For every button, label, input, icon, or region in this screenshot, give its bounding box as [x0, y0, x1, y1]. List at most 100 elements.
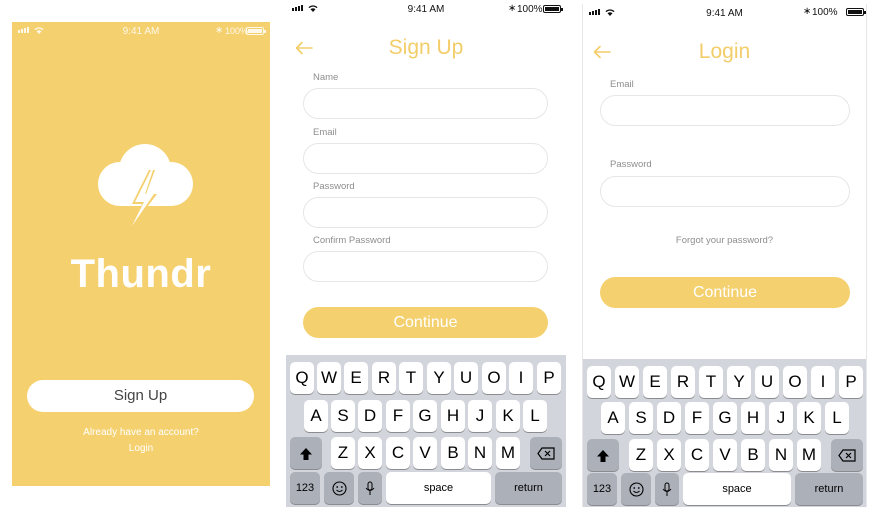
backspace-icon	[838, 449, 856, 462]
key[interactable]: H	[441, 400, 465, 432]
key[interactable]: S	[629, 402, 653, 434]
return-key[interactable]: return	[795, 473, 863, 505]
key[interactable]: G	[713, 402, 737, 434]
key[interactable]: H	[741, 402, 765, 434]
app-name: Thundr	[70, 252, 212, 296]
key[interactable]: T	[399, 362, 423, 394]
numbers-key[interactable]: 123	[290, 472, 320, 504]
key[interactable]: J	[769, 402, 793, 434]
email-label: Email	[313, 127, 337, 138]
key[interactable]: Z	[629, 439, 653, 471]
status-bar: 9:41 AM ∗ 100%	[12, 22, 270, 40]
key[interactable]: I	[509, 362, 533, 394]
continue-button[interactable]: Continue	[600, 277, 850, 308]
key[interactable]: R	[671, 366, 695, 398]
name-field[interactable]	[303, 88, 548, 119]
key[interactable]: V	[413, 437, 437, 469]
key[interactable]: F	[685, 402, 709, 434]
signup-screen: 9:41 AM ∗ 100% Sign Up Name Email Passwo…	[286, 0, 566, 507]
email-field[interactable]	[303, 143, 548, 174]
key[interactable]: E	[643, 366, 667, 398]
shift-key[interactable]	[587, 439, 619, 471]
key[interactable]: M	[496, 437, 520, 469]
microphone-key[interactable]	[655, 473, 679, 505]
forgot-password-link[interactable]: Forgot your password?	[583, 235, 866, 246]
key[interactable]: F	[386, 400, 410, 432]
key[interactable]: C	[386, 437, 410, 469]
emoji-key[interactable]	[324, 472, 354, 504]
key[interactable]: M	[797, 439, 821, 471]
keyboard-row-3: Z X C V B N M	[583, 439, 866, 471]
space-key[interactable]: space	[683, 473, 791, 505]
key[interactable]: Y	[427, 362, 451, 394]
key[interactable]: L	[523, 400, 547, 432]
splash-screen: 9:41 AM ∗ 100% Thundr Sign Up Already ha…	[12, 22, 270, 486]
key[interactable]: R	[372, 362, 396, 394]
backspace-icon	[537, 447, 555, 460]
emoji-icon	[628, 482, 644, 497]
password-field[interactable]	[303, 197, 548, 228]
key[interactable]: Q	[587, 366, 611, 398]
emoji-icon	[331, 481, 347, 496]
key[interactable]: Z	[331, 437, 355, 469]
key[interactable]: U	[454, 362, 478, 394]
microphone-key[interactable]	[358, 472, 382, 504]
backspace-key[interactable]	[530, 437, 562, 469]
login-link[interactable]: Login	[12, 443, 270, 454]
key[interactable]: A	[304, 400, 328, 432]
key[interactable]: K	[496, 400, 520, 432]
email-label: Email	[610, 79, 634, 90]
key[interactable]: E	[344, 362, 368, 394]
battery-percent: 100%	[812, 7, 838, 18]
key[interactable]: W	[317, 362, 341, 394]
continue-button[interactable]: Continue	[303, 307, 548, 338]
key[interactable]: A	[601, 402, 625, 434]
key[interactable]: V	[713, 439, 737, 471]
bluetooth-icon: ∗	[803, 6, 812, 17]
email-field[interactable]	[600, 95, 850, 126]
key[interactable]: B	[441, 437, 465, 469]
numbers-key[interactable]: 123	[587, 473, 617, 505]
key[interactable]: I	[811, 366, 835, 398]
shift-icon	[597, 449, 609, 462]
password-label: Password	[610, 159, 652, 170]
password-field[interactable]	[600, 176, 850, 207]
key[interactable]: N	[769, 439, 793, 471]
key[interactable]: O	[482, 362, 506, 394]
key[interactable]: C	[685, 439, 709, 471]
key[interactable]: D	[657, 402, 681, 434]
microphone-icon	[365, 481, 375, 496]
status-bar: 9:41 AM ∗ 100%	[583, 4, 866, 22]
battery-icon	[246, 27, 266, 35]
emoji-key[interactable]	[621, 473, 651, 505]
key[interactable]: Q	[290, 362, 314, 394]
key[interactable]: S	[331, 400, 355, 432]
thunder-cloud-logo	[98, 144, 193, 230]
signup-button[interactable]: Sign Up	[27, 380, 254, 412]
confirm-password-field[interactable]	[303, 251, 548, 282]
keyboard-row-1: Q W E R T Y U O I P	[583, 366, 866, 398]
key[interactable]: D	[358, 400, 382, 432]
shift-key[interactable]	[290, 437, 322, 469]
return-key[interactable]: return	[495, 472, 562, 504]
key[interactable]: K	[797, 402, 821, 434]
key[interactable]: X	[657, 439, 681, 471]
key[interactable]: T	[699, 366, 723, 398]
key[interactable]: N	[468, 437, 492, 469]
key[interactable]: U	[755, 366, 779, 398]
key[interactable]: W	[615, 366, 639, 398]
backspace-key[interactable]	[831, 439, 863, 471]
key[interactable]: P	[839, 366, 863, 398]
key[interactable]: J	[468, 400, 492, 432]
key[interactable]: B	[741, 439, 765, 471]
key[interactable]: G	[413, 400, 437, 432]
key[interactable]: O	[783, 366, 807, 398]
key[interactable]: L	[825, 402, 849, 434]
status-bar: 9:41 AM ∗ 100%	[286, 0, 566, 18]
bluetooth-icon: ∗	[215, 25, 224, 36]
keyboard-row-4: 123 space return	[583, 473, 866, 505]
space-key[interactable]: space	[386, 472, 491, 504]
key[interactable]: X	[358, 437, 382, 469]
key[interactable]: P	[537, 362, 561, 394]
key[interactable]: Y	[727, 366, 751, 398]
